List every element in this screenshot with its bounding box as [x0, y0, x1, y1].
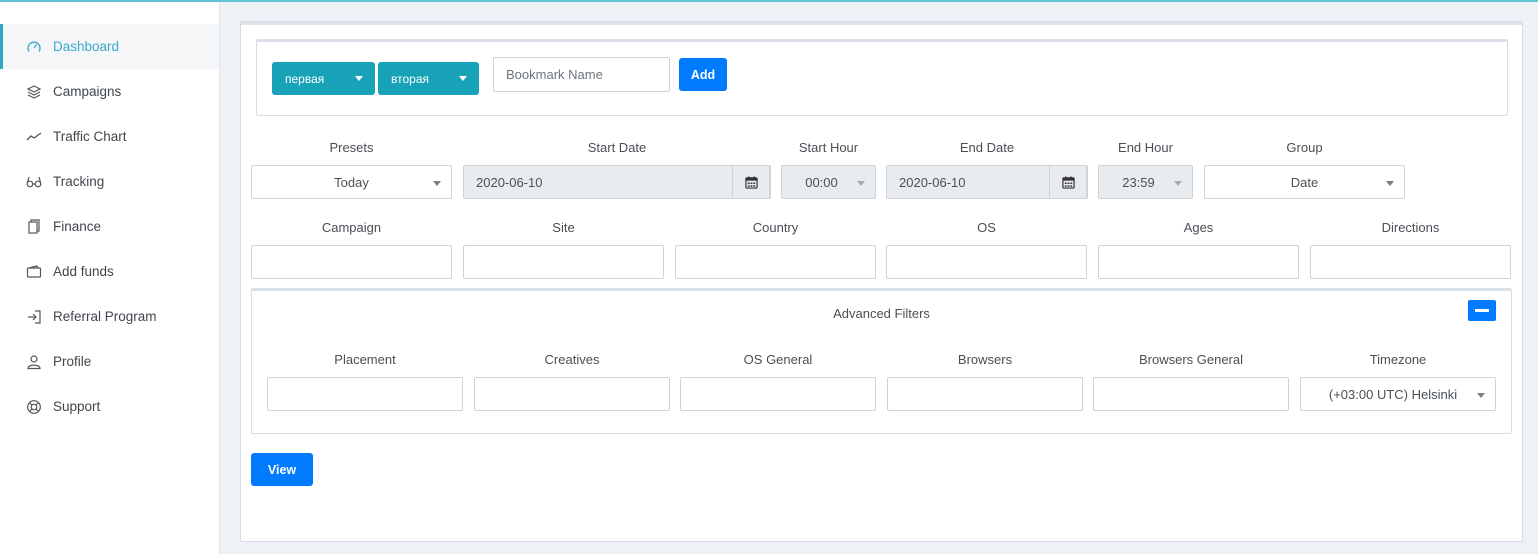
sidebar-item-campaigns[interactable]: Campaigns [0, 69, 219, 114]
browsers-field[interactable] [887, 377, 1083, 411]
document-copy-icon [25, 218, 43, 236]
timezone-select[interactable]: (+03:00 UTC) Helsinki [1300, 377, 1496, 411]
bookmark-tab-dropdown-1[interactable]: первая [272, 62, 375, 95]
start-date-field[interactable]: 2020-06-10 [463, 165, 771, 199]
os-general-field[interactable] [680, 377, 876, 411]
country-label: Country [752, 220, 799, 235]
lifebuoy-icon [25, 398, 43, 416]
sidebar: Dashboard Campaigns Traffic Chart Tracki… [0, 2, 220, 554]
caret-down-icon [355, 76, 363, 81]
creatives-field[interactable] [474, 377, 670, 411]
calendar-icon [1061, 175, 1075, 189]
dashboard-icon [25, 38, 43, 56]
campaign-field[interactable] [251, 245, 452, 279]
bookmark-tab-dropdown-2[interactable]: вторая [378, 62, 479, 95]
site-label: Site [552, 220, 575, 235]
sidebar-item-label: Referral Program [53, 309, 157, 324]
group-label: Group [1286, 140, 1323, 155]
sign-in-icon [25, 308, 43, 326]
end-hour-label: End Hour [1118, 140, 1173, 155]
timezone-label: Timezone [1369, 352, 1427, 367]
os-general-label: OS General [743, 352, 813, 367]
sidebar-item-label: Support [53, 399, 101, 414]
os-label: OS [977, 220, 996, 235]
sidebar-item-add-funds[interactable]: Add funds [0, 249, 219, 294]
sidebar-item-traffic-chart[interactable]: Traffic Chart [0, 114, 219, 159]
sidebar-item-dashboard[interactable]: Dashboard [0, 24, 219, 69]
placement-label: Placement [334, 352, 396, 367]
sidebar-item-label: Campaigns [53, 84, 122, 99]
start-date-label: Start Date [587, 140, 647, 155]
calendar-button[interactable] [1049, 165, 1087, 199]
browsers-label: Browsers [957, 352, 1013, 367]
end-date-label: End Date [959, 140, 1015, 155]
sidebar-item-support[interactable]: Support [0, 384, 219, 429]
caret-down-icon [1174, 181, 1182, 186]
os-field[interactable] [886, 245, 1087, 279]
site-field[interactable] [463, 245, 664, 279]
trend-line-icon [25, 128, 43, 146]
bookmark-name-input[interactable] [493, 57, 670, 92]
country-field[interactable] [675, 245, 876, 279]
sidebar-item-label: Add funds [53, 264, 114, 279]
advanced-filters-panel: Advanced Filters Placement Creatives OS … [251, 288, 1512, 434]
bookmarks-panel: первая вторая Add [256, 39, 1508, 116]
advanced-filters-title: Advanced Filters [833, 306, 930, 321]
top-accent-line [0, 0, 1538, 2]
sidebar-item-label: Dashboard [53, 39, 120, 54]
view-button[interactable]: View [251, 453, 313, 486]
ages-label: Ages [1183, 220, 1214, 235]
layers-icon [25, 83, 43, 101]
directions-label: Directions [1381, 220, 1440, 235]
group-select[interactable]: Date [1204, 165, 1405, 199]
creatives-label: Creatives [544, 352, 600, 367]
campaign-label: Campaign [321, 220, 382, 235]
placement-field[interactable] [267, 377, 463, 411]
start-hour-select[interactable]: 00:00 [781, 165, 876, 199]
calendar-button[interactable] [732, 165, 770, 199]
caret-down-icon [459, 76, 467, 81]
add-bookmark-button[interactable]: Add [679, 58, 727, 91]
sidebar-item-label: Profile [53, 354, 92, 369]
presets-label: Presets [329, 140, 374, 155]
ages-field[interactable] [1098, 245, 1299, 279]
collapse-advanced-button[interactable] [1468, 300, 1496, 321]
wallet-icon [25, 263, 43, 281]
sidebar-item-referral-program[interactable]: Referral Program [0, 294, 219, 339]
sidebar-item-label: Finance [53, 219, 102, 234]
end-hour-select[interactable]: 23:59 [1098, 165, 1193, 199]
browsers-general-label: Browsers General [1138, 352, 1244, 367]
presets-select[interactable]: Today [251, 165, 452, 199]
caret-down-icon [1477, 393, 1485, 398]
calendar-icon [744, 175, 758, 189]
sidebar-item-tracking[interactable]: Tracking [0, 159, 219, 204]
start-hour-label: Start Hour [798, 140, 859, 155]
sidebar-item-label: Tracking [53, 174, 105, 189]
caret-down-icon [857, 181, 865, 186]
filters-card: первая вторая Add Presets Start Date Sta… [240, 21, 1523, 542]
sidebar-item-finance[interactable]: Finance [0, 204, 219, 249]
caret-down-icon [433, 181, 441, 186]
user-icon [25, 353, 43, 371]
caret-down-icon [1386, 181, 1394, 186]
sidebar-item-label: Traffic Chart [53, 129, 127, 144]
end-date-field[interactable]: 2020-06-10 [886, 165, 1088, 199]
directions-field[interactable] [1310, 245, 1511, 279]
browsers-general-field[interactable] [1093, 377, 1289, 411]
glasses-icon [25, 173, 43, 191]
sidebar-item-profile[interactable]: Profile [0, 339, 219, 384]
